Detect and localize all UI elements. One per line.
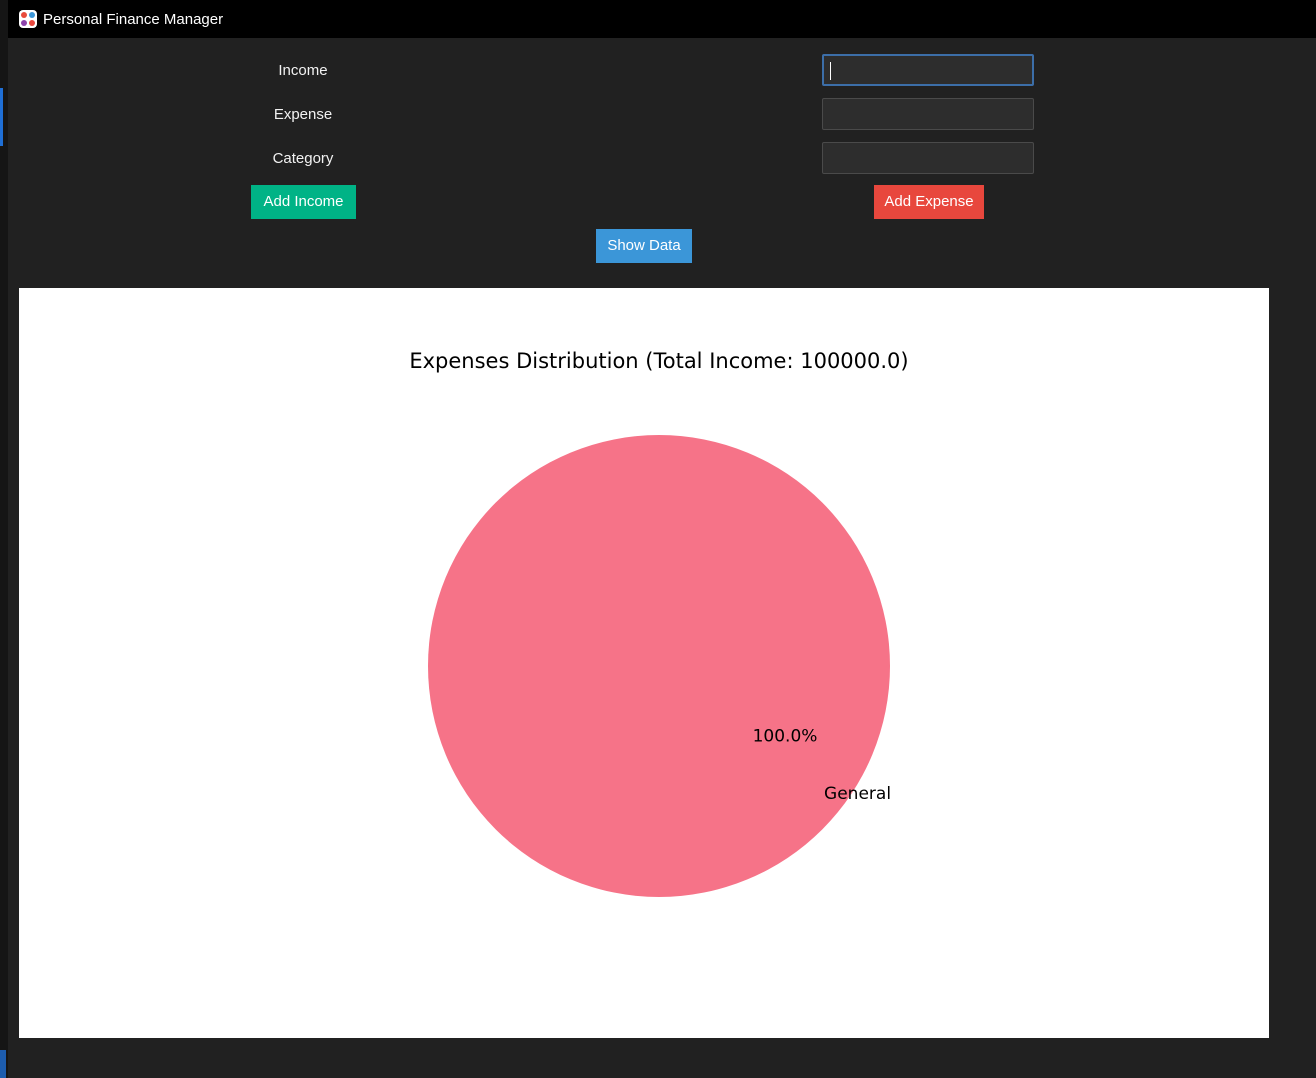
app-grid-icon — [19, 10, 37, 28]
app-window: Personal Finance Manager Income Expense … — [8, 0, 1316, 1078]
category-label: Category — [272, 150, 334, 167]
text-caret — [830, 62, 831, 80]
pie-chart: Expenses Distribution (Total Income: 100… — [409, 349, 909, 897]
pie-category-label: General — [824, 784, 891, 804]
add-expense-button[interactable]: Add Expense — [874, 185, 984, 219]
pie-percent-label: 100.0% — [753, 726, 818, 746]
chart-panel: Expenses Distribution (Total Income: 100… — [19, 288, 1269, 1038]
category-input[interactable] — [822, 142, 1034, 174]
add-income-button[interactable]: Add Income — [251, 185, 356, 219]
background-taskbar-strip — [0, 0, 8, 1078]
taskbar-accent-bottom — [0, 1050, 6, 1078]
pie-slice-general — [428, 435, 890, 897]
income-input[interactable] — [822, 54, 1034, 86]
expense-input[interactable] — [822, 98, 1034, 130]
chart-title: Expenses Distribution (Total Income: 100… — [409, 349, 908, 373]
expense-label: Expense — [273, 106, 333, 123]
show-data-button[interactable]: Show Data — [596, 229, 692, 263]
window-title: Personal Finance Manager — [43, 11, 224, 28]
income-label: Income — [278, 62, 328, 79]
taskbar-accent — [0, 88, 3, 146]
title-bar[interactable]: Personal Finance Manager — [8, 0, 1316, 38]
